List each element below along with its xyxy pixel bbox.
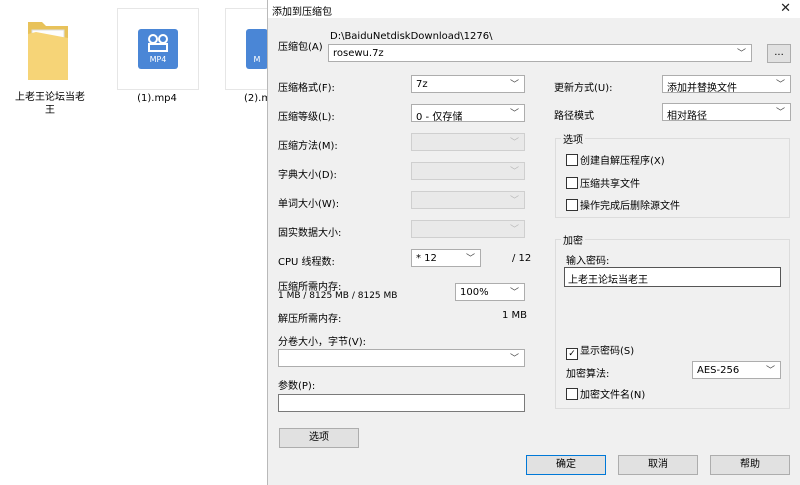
chevron-down-icon: ﹀ — [765, 366, 775, 376]
format-select[interactable]: 7z ﹀ — [411, 75, 525, 93]
options-group-title: 选项 — [561, 131, 585, 146]
solid-select: ﹀ — [411, 220, 525, 238]
word-label: 单词大小(W): — [278, 199, 340, 210]
cancel-button[interactable]: 取消 — [618, 455, 698, 475]
help-button[interactable]: 帮助 — [710, 455, 790, 475]
format-label: 压缩格式(F): — [278, 83, 335, 94]
folder-icon[interactable] — [26, 14, 70, 84]
archive-name-value: rosewu.7z — [333, 48, 384, 59]
file-thumbnail[interactable]: M — [225, 8, 269, 90]
show-password-checkbox[interactable]: ✓ 显示密码(S) — [566, 342, 634, 360]
mem-decompress-label: 解压所需内存: — [278, 314, 342, 325]
encryption-group-title: 加密 — [561, 232, 585, 247]
cpu-select[interactable]: * 12 ﹀ — [411, 249, 481, 267]
method-select: ﹀ — [411, 133, 525, 151]
ok-button[interactable]: 确定 — [526, 455, 606, 475]
algo-value: AES-256 — [697, 365, 740, 376]
checkbox-box[interactable] — [566, 177, 578, 189]
volume-combo[interactable]: ﹀ — [278, 349, 525, 367]
format-value: 7z — [416, 79, 428, 90]
params-label: 参数(P): — [278, 381, 316, 392]
password-value: 上老王论坛当老王 — [568, 275, 648, 286]
mem-usage-value: 100% — [460, 287, 489, 298]
file-label[interactable]: (2).m — [244, 92, 267, 105]
sfx-label: 创建自解压程序(X) — [580, 156, 665, 167]
options-button[interactable]: 选项 — [279, 428, 359, 448]
cpu-label: CPU 线程数: — [278, 257, 335, 268]
level-select[interactable]: 0 - 仅存储 ﹀ — [411, 104, 525, 123]
path-mode-label: 路径模式 — [554, 111, 594, 122]
mem-compress-detail: 1 MB / 8125 MB / 8125 MB — [278, 291, 398, 301]
chevron-down-icon[interactable]: ﹀ — [737, 46, 746, 59]
solid-label: 固实数据大小: — [278, 228, 342, 239]
mem-usage-select[interactable]: 100% ﹀ — [455, 283, 525, 301]
algo-label: 加密算法: — [566, 369, 610, 380]
file-type-badge: M — [253, 55, 261, 64]
file-type-badge: MP4 — [149, 55, 167, 64]
file-thumbnail[interactable]: MP4 — [117, 8, 199, 90]
chevron-down-icon: ﹀ — [509, 109, 519, 119]
dialog-title: 添加到压缩包 — [272, 7, 332, 18]
chevron-down-icon: ﹀ — [509, 138, 519, 148]
delete-label: 操作完成后删除源文件 — [580, 201, 680, 212]
show-password-label: 显示密码(S) — [580, 346, 635, 357]
path-mode-select[interactable]: 相对路径 ﹀ — [662, 103, 791, 122]
title-bar[interactable]: 添加到压缩包 ✕ — [268, 0, 800, 18]
encrypt-names-label: 加密文件名(N) — [580, 390, 646, 401]
update-label: 更新方式(U): — [554, 83, 613, 94]
cpu-value: * 12 — [416, 253, 437, 264]
chevron-down-icon: ﹀ — [509, 354, 519, 364]
update-value: 添加并替换文件 — [667, 83, 737, 94]
checkbox-box[interactable] — [566, 154, 578, 166]
dict-select: ﹀ — [411, 162, 525, 180]
add-to-archive-dialog: 添加到压缩包 ✕ 压缩包(A) D:\BaiduNetdiskDownload\… — [267, 0, 800, 485]
chevron-down-icon: ﹀ — [775, 80, 785, 90]
level-label: 压缩等级(L): — [278, 112, 335, 123]
file-label[interactable]: (1).mp4 — [117, 92, 197, 105]
sfx-checkbox[interactable]: 创建自解压程序(X) — [566, 152, 665, 167]
mem-decompress-value: 1 MB — [502, 310, 528, 321]
folder-label[interactable]: 上老王论坛当老王 — [14, 91, 86, 117]
word-select: ﹀ — [411, 191, 525, 209]
archive-name-combo[interactable]: rosewu.7z ﹀ — [328, 44, 752, 62]
cpu-max: / 12 — [512, 253, 532, 264]
level-value: 0 - 仅存储 — [416, 112, 463, 123]
chevron-down-icon: ﹀ — [465, 254, 475, 264]
chevron-down-icon: ﹀ — [509, 80, 519, 90]
video-file-icon: M — [246, 29, 268, 69]
checkmark-icon[interactable]: ✓ — [566, 348, 578, 360]
checkbox-box[interactable] — [566, 199, 578, 211]
archive-label: 压缩包(A) — [278, 42, 323, 53]
volume-label: 分卷大小，字节(V): — [278, 337, 367, 348]
video-file-icon: MP4 — [138, 29, 178, 69]
delete-checkbox[interactable]: 操作完成后删除源文件 — [566, 197, 680, 212]
chevron-down-icon: ﹀ — [509, 167, 519, 177]
chevron-down-icon: ﹀ — [509, 225, 519, 235]
close-icon[interactable]: ✕ — [780, 1, 791, 16]
shared-checkbox[interactable]: 压缩共享文件 — [566, 175, 640, 190]
shared-label: 压缩共享文件 — [580, 179, 640, 190]
dict-label: 字典大小(D): — [278, 170, 337, 181]
archive-path: D:\BaiduNetdiskDownload\1276\ — [330, 31, 493, 42]
chevron-down-icon: ﹀ — [509, 288, 519, 298]
algo-select[interactable]: AES-256 ﹀ — [692, 361, 781, 379]
password-input[interactable]: 上老王论坛当老王 — [564, 267, 781, 287]
encrypt-names-checkbox[interactable]: 加密文件名(N) — [566, 386, 645, 401]
path-mode-value: 相对路径 — [667, 111, 707, 122]
password-label: 输入密码: — [566, 256, 610, 267]
chevron-down-icon: ﹀ — [509, 196, 519, 206]
update-select[interactable]: 添加并替换文件 ﹀ — [662, 75, 791, 94]
params-input[interactable] — [278, 394, 525, 412]
method-label: 压缩方法(M): — [278, 141, 338, 152]
checkbox-box[interactable] — [566, 388, 578, 400]
browse-button[interactable]: ... — [767, 44, 791, 63]
chevron-down-icon: ﹀ — [775, 108, 785, 118]
